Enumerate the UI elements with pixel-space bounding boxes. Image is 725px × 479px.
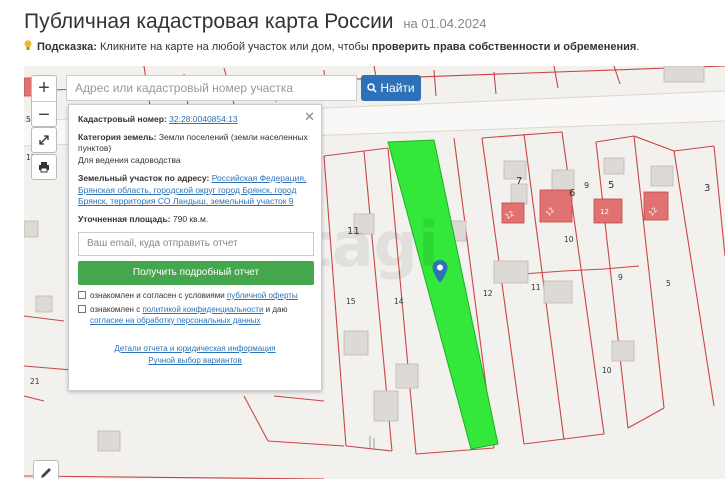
cadastral-number-link[interactable]: 32:28:0040854:13 bbox=[169, 114, 238, 124]
personal-data-consent-link[interactable]: согласие на обработку персональных данны… bbox=[90, 316, 260, 325]
offer-link[interactable]: публичной оферты bbox=[227, 291, 298, 300]
svg-text:11: 11 bbox=[347, 226, 360, 237]
address-label: Земельный участок по адресу: bbox=[78, 172, 210, 183]
consent-offer-checkbox[interactable] bbox=[78, 290, 86, 299]
consent-privacy-mid: и даю bbox=[265, 304, 288, 314]
svg-text:11: 11 bbox=[531, 283, 541, 292]
svg-text:12: 12 bbox=[600, 208, 609, 216]
page-title: Публичная кадастровая карта России на 01… bbox=[24, 10, 486, 34]
consent-offer-text: ознакомлен и согласен с условиями bbox=[90, 290, 225, 300]
print-button[interactable] bbox=[31, 154, 57, 180]
svg-text:14: 14 bbox=[394, 297, 404, 306]
search-button[interactable]: Найти bbox=[361, 75, 421, 101]
popup-links: Детали отчета и юридическая информация Р… bbox=[78, 343, 312, 368]
zoom-control: + − bbox=[31, 75, 57, 127]
map-pin-icon[interactable] bbox=[431, 259, 449, 285]
page-date: на 01.04.2024 bbox=[403, 16, 487, 31]
category-label: Категория земель: bbox=[78, 131, 157, 142]
svg-text:21: 21 bbox=[30, 377, 40, 386]
edit-button[interactable] bbox=[33, 460, 59, 479]
svg-text:3: 3 bbox=[704, 183, 710, 194]
area-label: Уточненная площадь: bbox=[78, 214, 171, 225]
consent-offer: ознакомлен и согласен с условиями публич… bbox=[78, 290, 312, 301]
printer-icon bbox=[39, 162, 49, 173]
svg-text:9: 9 bbox=[618, 273, 623, 282]
email-input[interactable] bbox=[78, 231, 314, 256]
category-row: Категория земель: Земли поселений (земли… bbox=[78, 132, 312, 167]
area-value: 790 кв.м. bbox=[172, 214, 209, 225]
consent-privacy-checkbox[interactable] bbox=[78, 304, 86, 313]
svg-text:5: 5 bbox=[608, 180, 614, 191]
search-input[interactable] bbox=[66, 75, 357, 101]
svg-text:6: 6 bbox=[569, 188, 575, 199]
page: Публичная кадастровая карта России на 01… bbox=[0, 0, 725, 479]
hint-text-bold: проверить права собственности и обремене… bbox=[371, 41, 637, 53]
expand-icon bbox=[39, 135, 49, 145]
consent-privacy: ознакомлен с политикой конфиденциальност… bbox=[78, 304, 312, 326]
manual-selection-link[interactable]: Ручной выбор вариантов bbox=[148, 356, 241, 365]
svg-text:10: 10 bbox=[602, 366, 612, 375]
svg-text:7: 7 bbox=[516, 176, 522, 187]
parcel-info-popup: ✕ Кадастровый номер: 32:28:0040854:13 Ка… bbox=[68, 104, 322, 391]
fullscreen-button[interactable] bbox=[31, 127, 57, 153]
usage-value: Для ведения садоводства bbox=[78, 155, 181, 166]
area-row: Уточненная площадь: 790 кв.м. bbox=[78, 214, 312, 226]
cadastral-map[interactable]: etagi 7 6 9 5 3 11 15 14 12 11 10 9 5 10… bbox=[24, 66, 725, 479]
svg-text:5: 5 bbox=[666, 279, 671, 288]
hint-text-end: . bbox=[636, 41, 640, 53]
search-icon bbox=[367, 83, 377, 93]
hint-bar: Подсказка: Кликните на карте на любой уч… bbox=[24, 40, 639, 53]
svg-text:10: 10 bbox=[564, 235, 574, 244]
search-button-label: Найти bbox=[380, 81, 415, 95]
hint-text: Кликните на карте на любой участок или д… bbox=[100, 41, 369, 53]
svg-text:12: 12 bbox=[483, 289, 493, 298]
report-details-link[interactable]: Детали отчета и юридическая информация bbox=[114, 344, 275, 353]
consent-privacy-text: ознакомлен с bbox=[90, 304, 141, 314]
svg-text:9: 9 bbox=[584, 181, 589, 190]
get-report-button[interactable]: Получить подробный отчет bbox=[78, 260, 314, 285]
hint-label: Подсказка: bbox=[37, 41, 97, 53]
svg-text:15: 15 bbox=[346, 297, 356, 306]
zoom-out-button[interactable]: − bbox=[32, 102, 56, 128]
lightbulb-icon bbox=[24, 40, 32, 50]
zoom-in-button[interactable]: + bbox=[32, 76, 56, 102]
pencil-icon bbox=[41, 468, 51, 478]
cadastral-number-row: Кадастровый номер: 32:28:0040854:13 bbox=[78, 114, 312, 126]
close-icon[interactable]: ✕ bbox=[304, 108, 315, 126]
cadastral-label: Кадастровый номер: bbox=[78, 114, 167, 124]
address-row: Земельный участок по адресу: Российская … bbox=[78, 173, 312, 208]
page-title-text: Публичная кадастровая карта России bbox=[24, 10, 394, 33]
privacy-policy-link[interactable]: политикой конфиденциальности bbox=[142, 305, 263, 314]
